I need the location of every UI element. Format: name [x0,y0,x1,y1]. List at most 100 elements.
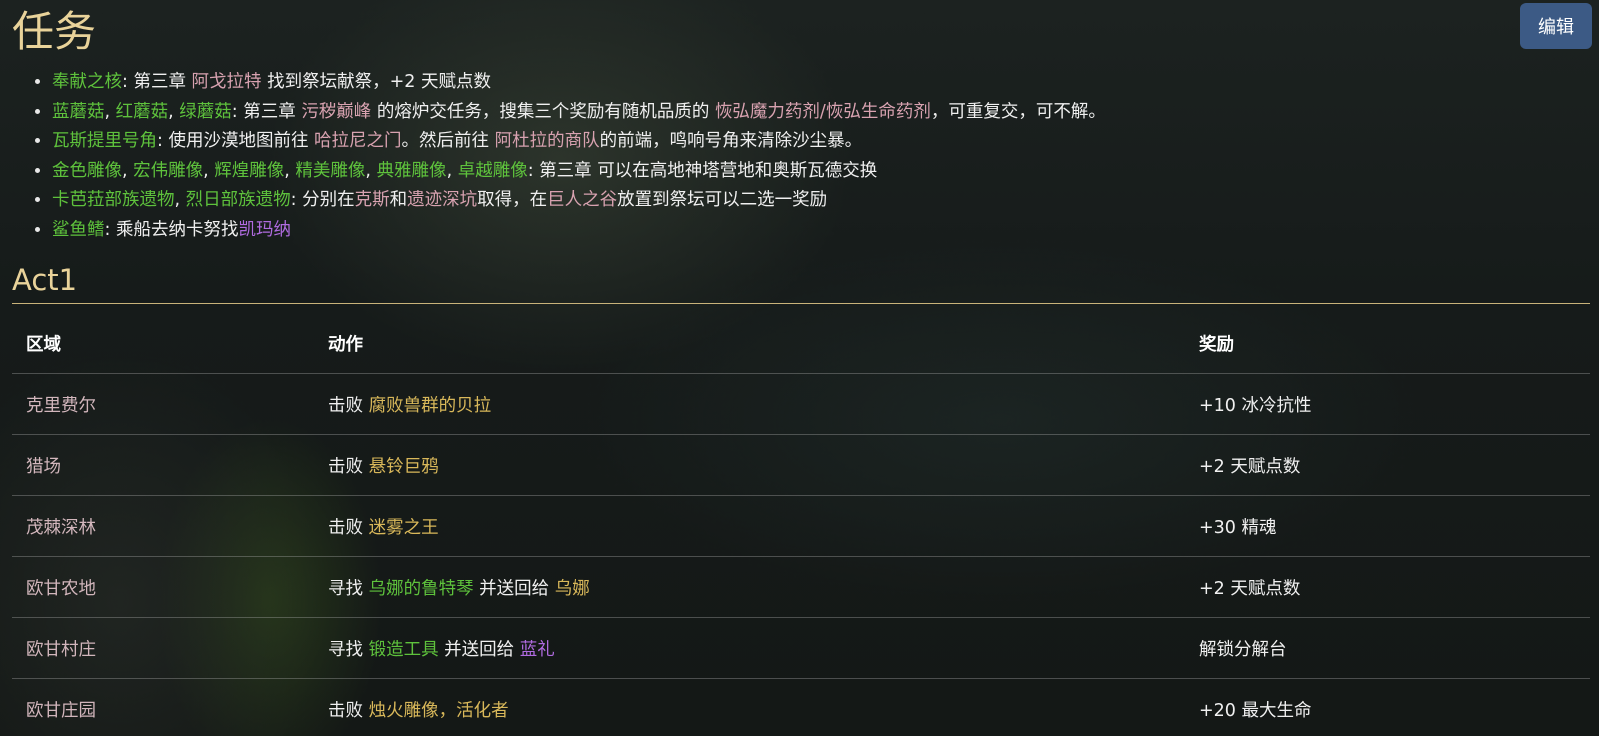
text-fragment: : 第三章 [122,72,192,92]
text-fragment: , [122,160,134,181]
list-item: 蓝蘑菇, 红蘑菇, 绿蘑菇: 第三章 污秽巅峰 的熔炉交任务，搜集三个奖励有随机… [52,98,1572,128]
header-reward: 奖励 [1199,334,1234,355]
cell-action: 寻找 乌娜的鲁特琴 并送回给 乌娜 [314,556,1185,618]
link-text[interactable]: 迷雾之王 [369,518,439,538]
link-text[interactable]: 宏伟雕像 [133,161,203,181]
table-body: 克里费尔 击败 腐败兽群的贝拉 +10 冰冷抗性 猎场 击败 悬铃巨鸦 +2 天赋点数 茂棘… [12,373,1590,736]
text-fragment: , [168,101,180,122]
cell-action: 击败 腐败兽群的贝拉 [314,373,1185,435]
list-item: 鲨鱼鳍: 乘船去纳卡努找凯玛纳 [52,216,1572,246]
cell-area[interactable]: 猎场 [12,434,314,496]
text-fragment: 击败 [328,517,369,538]
table-header-row: 区域 动作 奖励 [12,313,1590,374]
link-text[interactable]: 蓝礼 [520,640,555,660]
text-fragment: 和 [389,190,408,210]
cell-reward: +10 冰冷抗性 [1185,373,1590,435]
text-fragment: 击败 [328,456,369,477]
link-text[interactable]: 阿戈拉特 [192,72,262,92]
table-row: 欧甘庄园 击败 烛火雕像，活化者 +20 最大生命 [12,678,1590,736]
list-item: 奉献之核: 第三章 阿戈拉特 找到祭坛献祭，+2 天赋点数 [52,68,1572,98]
quest-list: 奉献之核: 第三章 阿戈拉特 找到祭坛献祭，+2 天赋点数蓝蘑菇, 红蘑菇, 绿… [32,68,1572,245]
cell-area[interactable]: 茂棘深林 [12,495,314,557]
text-fragment: 寻找 [328,578,369,599]
list-item: 瓦斯提里号角: 使用沙漠地图前往 哈拉尼之门。然后前往 阿杜拉的商队的前端，鸣响… [52,127,1572,157]
link-text[interactable]: 恢弘魔力药剂/恢弘生命药剂 [715,102,931,122]
cell-action: 寻找 锻造工具 并送回给 蓝礼 [314,617,1185,679]
text-fragment: , [446,160,458,181]
cell-area[interactable]: 克里费尔 [12,373,314,435]
text-fragment: : 第三章 [231,101,302,122]
text-fragment: , [284,160,296,181]
link-text[interactable]: 哈拉尼之门 [314,131,402,151]
text-fragment: : 使用沙漠地图前往 [157,131,315,151]
link-text[interactable]: 绿蘑菇 [179,102,232,122]
table-row: 欧甘农地 寻找 乌娜的鲁特琴 并送回给 乌娜 +2 天赋点数 [12,556,1590,618]
table-row: 克里费尔 击败 腐败兽群的贝拉 +10 冰冷抗性 [12,373,1590,435]
text-fragment: 的前端，鸣响号角来清除沙尘暴。 [599,131,863,151]
link-text[interactable]: 辉煌雕像 [214,161,284,181]
text-fragment: , [203,160,215,181]
text-fragment: , [174,190,186,210]
text-fragment: 。然后前往 [401,131,495,151]
edit-button[interactable]: 编辑 [1520,3,1592,49]
link-text[interactable]: 奉献之核 [52,72,122,92]
cell-reward: 解锁分解台 [1185,617,1590,679]
text-fragment: ，可重复交，可不解。 [930,101,1106,122]
link-text[interactable]: 瓦斯提里号角 [52,131,157,151]
link-text[interactable]: 鲨鱼鳍 [52,220,105,240]
link-text[interactable]: 红蘑菇 [116,102,169,122]
link-text[interactable]: 烈日部族遗物 [186,190,291,210]
link-text[interactable]: 乌娜的鲁特琴 [369,579,474,599]
link-text[interactable]: 污秽巅峰 [301,102,371,122]
header-action: 动作 [328,334,363,355]
list-item: 金色雕像, 宏伟雕像, 辉煌雕像, 精美雕像, 典雅雕像, 卓越雕像: 第三章 … [52,157,1572,187]
header-area: 区域 [26,334,61,355]
cell-area[interactable]: 欧甘庄园 [12,678,314,736]
cell-reward: +30 精魂 [1185,495,1590,557]
cell-area[interactable]: 欧甘农地 [12,556,314,618]
cell-area[interactable]: 欧甘村庄 [12,617,314,679]
table-row: 茂棘深林 击败 迷雾之王 +30 精魂 [12,495,1590,557]
link-text[interactable]: 精美雕像 [295,161,365,181]
link-text[interactable]: 克斯 [355,190,390,210]
link-text[interactable]: 金色雕像 [52,161,122,181]
link-text[interactable]: 乌娜 [555,579,590,599]
link-text[interactable]: 巨人之谷 [547,190,617,210]
section-divider [12,303,1590,304]
act-title: Act1 [12,263,78,297]
act1-table: 区域 动作 奖励 克里费尔 击败 腐败兽群的贝拉 +10 冰冷抗性 猎场 击败 悬铃巨鸦… [12,313,1590,736]
link-text[interactable]: 烛火雕像，活化者 [369,701,509,721]
cell-action: 击败 悬铃巨鸦 [314,434,1185,496]
link-text[interactable]: 遗迹深坑 [407,190,477,210]
link-text[interactable]: 锻造工具 [369,640,439,660]
link-text[interactable]: 悬铃巨鸦 [369,457,439,477]
link-text[interactable]: 卓越雕像 [458,161,528,181]
link-text[interactable]: 典雅雕像 [377,161,447,181]
text-fragment: , [365,160,377,181]
text-fragment: , [104,101,116,122]
text-fragment: 取得，在 [477,190,548,210]
text-fragment: 并送回给 [473,578,555,599]
link-text[interactable]: 卡芭菈部族遗物 [52,190,175,210]
text-fragment: : 分别在 [290,190,355,210]
page: 任务 编辑 奉献之核: 第三章 阿戈拉特 找到祭坛献祭，+2 天赋点数蓝蘑菇, … [0,0,1599,736]
text-fragment: : 乘船去纳卡努找 [104,219,239,240]
text-fragment: : 第三章 可以在高地神塔营地和奥斯瓦德交换 [527,160,878,181]
link-text[interactable]: 阿杜拉的商队 [495,131,600,151]
table-row: 欧甘村庄 寻找 锻造工具 并送回给 蓝礼 解锁分解台 [12,617,1590,679]
cell-action: 击败 迷雾之王 [314,495,1185,557]
cell-reward: +2 天赋点数 [1185,556,1590,618]
text-fragment: 找到祭坛献祭，+2 天赋点数 [261,72,491,92]
text-fragment: 击败 [328,700,369,721]
text-fragment: 寻找 [328,639,369,660]
link-text[interactable]: 腐败兽群的贝拉 [369,396,492,416]
table-row: 猎场 击败 悬铃巨鸦 +2 天赋点数 [12,434,1590,496]
cell-reward: +20 最大生命 [1185,678,1590,736]
text-fragment: 的熔炉交任务，搜集三个奖励有随机品质的 [371,101,715,122]
link-text[interactable]: 蓝蘑菇 [52,102,105,122]
page-title: 任务 [12,7,97,56]
list-item: 卡芭菈部族遗物, 烈日部族遗物: 分别在克斯和遗迹深坑取得，在巨人之谷放置到祭坛… [52,186,1572,216]
link-text[interactable]: 凯玛纳 [238,220,291,240]
cell-action: 击败 烛火雕像，活化者 [314,678,1185,736]
text-fragment: 并送回给 [438,639,520,660]
